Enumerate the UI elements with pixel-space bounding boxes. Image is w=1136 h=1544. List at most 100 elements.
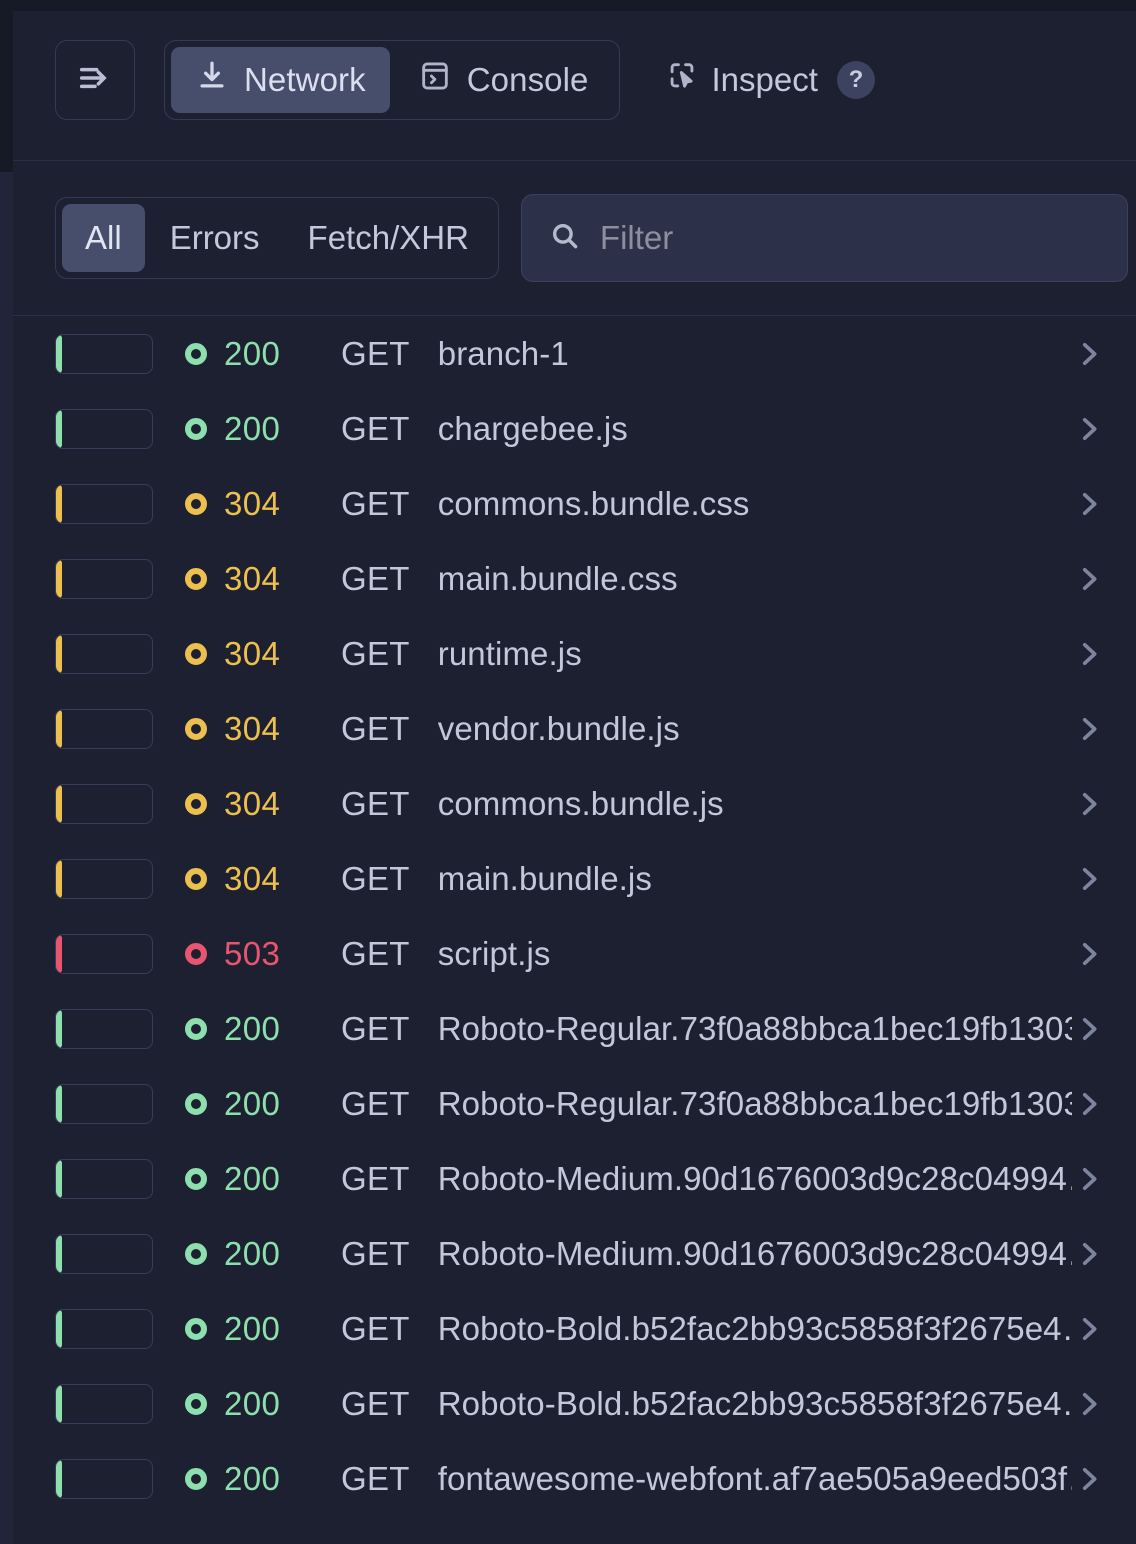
waterfall-bar [55, 334, 153, 374]
request-method: GET [341, 1160, 410, 1198]
filter-chip-fetch-xhr[interactable]: Fetch/XHR [285, 204, 492, 272]
waterfall-segment [56, 635, 62, 673]
request-name: fontawesome-webfont.af7ae505a9eed503f… [438, 1460, 1072, 1498]
chevron-right-icon[interactable] [1072, 1312, 1106, 1346]
status-indicator-icon [185, 493, 207, 515]
waterfall-segment [56, 1310, 62, 1348]
request-row[interactable]: 200GETRoboto-Medium.90d1676003d9c28c0499… [13, 1216, 1136, 1291]
request-row[interactable]: 200GETbranch-1 [13, 316, 1136, 391]
request-name: Roboto-Regular.73f0a88bbca1bec19fb1303… [438, 1010, 1072, 1048]
chevron-right-icon[interactable] [1072, 337, 1106, 371]
download-icon [195, 59, 229, 101]
status-code: 304 [224, 710, 320, 748]
request-row[interactable]: 200GETRoboto-Medium.90d1676003d9c28c0499… [13, 1141, 1136, 1216]
request-row[interactable]: 200GETRoboto-Bold.b52fac2bb93c5858f3f267… [13, 1291, 1136, 1366]
waterfall-bar [55, 859, 153, 899]
request-row[interactable]: 304GETmain.bundle.css [13, 541, 1136, 616]
help-icon[interactable]: ? [837, 61, 875, 99]
inspect-label: Inspect [712, 61, 818, 99]
filter-bar: All Errors Fetch/XHR [13, 161, 1136, 316]
devtools-panel: Network Console Inspe [0, 0, 1136, 1544]
request-row[interactable]: 200GETRoboto-Regular.73f0a88bbca1bec19fb… [13, 1066, 1136, 1141]
status-indicator-icon [185, 1468, 207, 1490]
status-code: 200 [224, 1460, 320, 1498]
status-indicator-icon [185, 1318, 207, 1340]
request-name: main.bundle.css [438, 560, 1072, 598]
request-method: GET [341, 1085, 410, 1123]
left-rail [0, 0, 13, 1544]
chevron-right-icon[interactable] [1072, 1462, 1106, 1496]
status-indicator-icon [185, 943, 207, 965]
inspect-button[interactable]: Inspect ? [665, 59, 875, 101]
waterfall-bar [55, 1084, 153, 1124]
status-indicator-icon [185, 1093, 207, 1115]
request-method: GET [341, 410, 410, 448]
filter-chip-all[interactable]: All [62, 204, 145, 272]
waterfall-segment [56, 710, 62, 748]
status-code: 304 [224, 635, 320, 673]
request-row[interactable]: 200GETchargebee.js [13, 391, 1136, 466]
chevron-right-icon[interactable] [1072, 562, 1106, 596]
chevron-right-icon[interactable] [1072, 787, 1106, 821]
status-code: 304 [224, 485, 320, 523]
filter-search-box[interactable] [521, 194, 1128, 282]
tab-network[interactable]: Network [171, 47, 390, 113]
waterfall-bar [55, 1009, 153, 1049]
waterfall-segment [56, 1235, 62, 1273]
request-row[interactable]: 503GETscript.js [13, 916, 1136, 991]
chevron-right-icon[interactable] [1072, 862, 1106, 896]
status-indicator-icon [185, 868, 207, 890]
panel-collapse-icon [75, 58, 115, 103]
request-method: GET [341, 635, 410, 673]
chevron-right-icon[interactable] [1072, 1087, 1106, 1121]
waterfall-bar [55, 784, 153, 824]
waterfall-segment [56, 1085, 62, 1123]
request-list[interactable]: 200GETbranch-1200GETchargebee.js304GETco… [13, 316, 1136, 1544]
request-name: main.bundle.js [438, 860, 1072, 898]
request-method: GET [341, 1460, 410, 1498]
chevron-right-icon[interactable] [1072, 1237, 1106, 1271]
request-row[interactable]: 200GETRoboto-Regular.73f0a88bbca1bec19fb… [13, 991, 1136, 1066]
waterfall-segment [56, 410, 62, 448]
chevron-right-icon[interactable] [1072, 712, 1106, 746]
chevron-right-icon[interactable] [1072, 1162, 1106, 1196]
status-code: 200 [224, 1010, 320, 1048]
request-method: GET [341, 1385, 410, 1423]
waterfall-bar [55, 1384, 153, 1424]
chevron-right-icon[interactable] [1072, 487, 1106, 521]
waterfall-bar [55, 1234, 153, 1274]
request-row[interactable]: 304GETruntime.js [13, 616, 1136, 691]
request-name: Roboto-Bold.b52fac2bb93c5858f3f2675e4… [438, 1310, 1072, 1348]
request-row[interactable]: 304GETcommons.bundle.css [13, 466, 1136, 541]
tab-console[interactable]: Console [394, 47, 613, 113]
request-method: GET [341, 710, 410, 748]
chevron-right-icon[interactable] [1072, 412, 1106, 446]
request-row[interactable]: 304GETvendor.bundle.js [13, 691, 1136, 766]
chevron-right-icon[interactable] [1072, 1012, 1106, 1046]
status-code: 304 [224, 560, 320, 598]
status-indicator-icon [185, 793, 207, 815]
request-row[interactable]: 304GETmain.bundle.js [13, 841, 1136, 916]
filter-chip-errors[interactable]: Errors [147, 204, 283, 272]
request-row[interactable]: 200 GET fontawesome-webfont.af7ae505a9eed5… [13, 1441, 1136, 1516]
request-row[interactable]: 200GETRoboto-Bold.b52fac2bb93c5858f3f267… [13, 1366, 1136, 1441]
request-name: script.js [438, 935, 1072, 973]
filter-input[interactable] [600, 219, 1101, 257]
chevron-right-icon[interactable] [1072, 637, 1106, 671]
request-method: GET [341, 1310, 410, 1348]
status-indicator-icon [185, 643, 207, 665]
request-method: GET [341, 935, 410, 973]
status-indicator-icon [185, 418, 207, 440]
chevron-right-icon[interactable] [1072, 937, 1106, 971]
waterfall-segment [56, 1010, 62, 1048]
request-row[interactable]: 304GETcommons.bundle.js [13, 766, 1136, 841]
request-method: GET [341, 860, 410, 898]
sidebar-toggle-button[interactable] [55, 40, 135, 120]
waterfall-bar [55, 709, 153, 749]
status-indicator-icon [185, 568, 207, 590]
waterfall-segment [56, 485, 62, 523]
chevron-right-icon[interactable] [1072, 1387, 1106, 1421]
search-icon [548, 219, 582, 258]
request-name: Roboto-Medium.90d1676003d9c28c04994… [438, 1160, 1072, 1198]
waterfall-segment [56, 1460, 62, 1498]
